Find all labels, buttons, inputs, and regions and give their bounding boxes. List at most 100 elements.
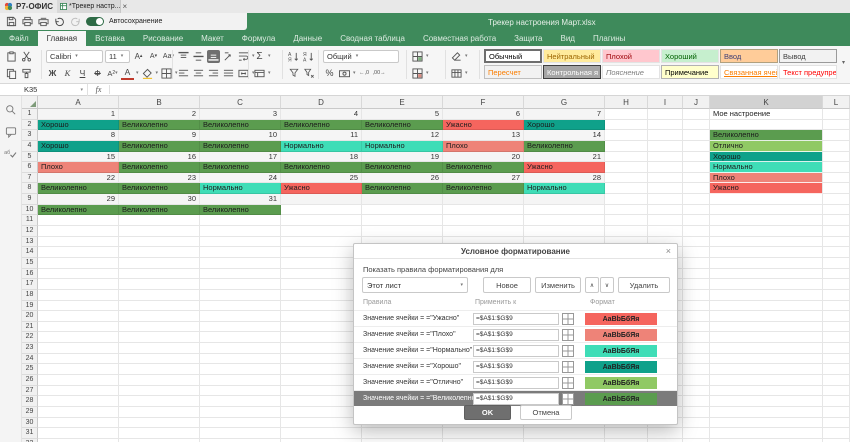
cell-K13[interactable] xyxy=(710,237,823,248)
filter-icon[interactable] xyxy=(287,67,300,80)
cell-D13[interactable] xyxy=(281,237,362,248)
cell-D12[interactable] xyxy=(281,226,362,237)
rule-range-input[interactable]: =$A$1:$G$9 xyxy=(473,377,559,389)
save-icon[interactable] xyxy=(6,16,17,27)
cell-C17[interactable] xyxy=(200,279,281,290)
cell-L22[interactable] xyxy=(823,332,850,343)
cell-D16[interactable] xyxy=(281,269,362,280)
cell-D19[interactable] xyxy=(281,301,362,312)
cancel-button[interactable]: Отмена xyxy=(520,405,572,420)
cell-style-swatch[interactable]: Связанная ячей xyxy=(720,65,778,79)
cell-C22[interactable] xyxy=(200,332,281,343)
row-header-30[interactable]: 30 xyxy=(22,418,38,429)
cell-C23[interactable] xyxy=(200,343,281,354)
cell-K29[interactable] xyxy=(710,407,823,418)
cell-J26[interactable] xyxy=(683,375,710,386)
cell-L28[interactable] xyxy=(823,396,850,407)
cell-H9[interactable] xyxy=(605,194,648,205)
cell-B7[interactable]: 23 xyxy=(119,173,200,184)
cell-J12[interactable] xyxy=(683,226,710,237)
cell-A30[interactable] xyxy=(38,418,119,429)
cell-K22[interactable] xyxy=(710,332,823,343)
cell-B12[interactable] xyxy=(119,226,200,237)
cell-K30[interactable] xyxy=(710,418,823,429)
strikethrough-button[interactable]: Ф xyxy=(91,67,104,80)
cell-C1[interactable]: 3 xyxy=(200,109,281,120)
cell-L2[interactable] xyxy=(823,120,850,131)
cell-B26[interactable] xyxy=(119,375,200,386)
column-header-F[interactable]: F xyxy=(443,96,524,109)
ribbon-tab-Данные[interactable]: Данные xyxy=(284,31,331,46)
align-middle-icon[interactable] xyxy=(192,50,205,63)
cell-E6[interactable]: Великолепно xyxy=(362,162,443,173)
column-header-D[interactable]: D xyxy=(281,96,362,109)
cell-D28[interactable] xyxy=(281,396,362,407)
cell-B14[interactable] xyxy=(119,247,200,258)
cell-K17[interactable] xyxy=(710,279,823,290)
cell-D15[interactable] xyxy=(281,258,362,269)
cell-D10[interactable] xyxy=(281,205,362,216)
cell-A29[interactable] xyxy=(38,407,119,418)
cell-B18[interactable] xyxy=(119,290,200,301)
cell-C3[interactable]: 10 xyxy=(200,130,281,141)
cell-C20[interactable] xyxy=(200,311,281,322)
paste-icon[interactable] xyxy=(5,50,18,63)
range-select-icon[interactable] xyxy=(562,361,574,373)
cell-K11[interactable] xyxy=(710,215,823,226)
cell-E7[interactable]: 26 xyxy=(362,173,443,184)
cell-K7[interactable]: Плохо xyxy=(710,173,823,184)
cell-J3[interactable] xyxy=(683,130,710,141)
cell-H2[interactable] xyxy=(605,120,648,131)
cell-J19[interactable] xyxy=(683,301,710,312)
cell-style-swatch[interactable]: Нейтральный xyxy=(543,49,601,63)
range-select-icon[interactable] xyxy=(562,329,574,341)
cell-K3[interactable]: Великолепно xyxy=(710,130,823,141)
cell-G3[interactable]: 14 xyxy=(524,130,605,141)
move-rule-down-button[interactable]: ∨ xyxy=(600,277,614,293)
cell-K19[interactable] xyxy=(710,301,823,312)
shrink-font-icon[interactable]: А▾ xyxy=(147,50,160,63)
cell-F10[interactable] xyxy=(443,205,524,216)
ribbon-tab-Плагины[interactable]: Плагины xyxy=(584,31,634,46)
cell-L9[interactable] xyxy=(823,194,850,205)
cell-I10[interactable] xyxy=(648,205,683,216)
cell-L5[interactable] xyxy=(823,152,850,163)
cell-G31[interactable] xyxy=(524,428,605,439)
ribbon-tab-Совместная работа[interactable]: Совместная работа xyxy=(414,31,505,46)
cell-L4[interactable] xyxy=(823,141,850,152)
cell-B10[interactable]: Великолепно xyxy=(119,205,200,216)
cell-L12[interactable] xyxy=(823,226,850,237)
cell-H5[interactable] xyxy=(605,152,648,163)
cell-D2[interactable]: Великолепно xyxy=(281,120,362,131)
cell-D26[interactable] xyxy=(281,375,362,386)
cell-K10[interactable] xyxy=(710,205,823,216)
cell-C29[interactable] xyxy=(200,407,281,418)
column-header-G[interactable]: G xyxy=(524,96,605,109)
cell-F11[interactable] xyxy=(443,215,524,226)
cell-D18[interactable] xyxy=(281,290,362,301)
cell-E12[interactable] xyxy=(362,226,443,237)
column-header-A[interactable]: A xyxy=(38,96,119,109)
cell-F6[interactable]: Великолепно xyxy=(443,162,524,173)
cell-A3[interactable]: 8 xyxy=(38,130,119,141)
cell-A23[interactable] xyxy=(38,343,119,354)
cell-K25[interactable] xyxy=(710,364,823,375)
close-icon[interactable]: × xyxy=(122,0,127,13)
cell-L30[interactable] xyxy=(823,418,850,429)
cell-C11[interactable] xyxy=(200,215,281,226)
cell-K14[interactable] xyxy=(710,247,823,258)
cell-C24[interactable] xyxy=(200,354,281,365)
cell-I11[interactable] xyxy=(648,215,683,226)
rule-range-input[interactable]: =$A$1:$G$9 xyxy=(473,393,559,405)
align-left-icon[interactable] xyxy=(177,67,190,80)
redo-icon[interactable] xyxy=(70,16,81,27)
cell-B16[interactable] xyxy=(119,269,200,280)
undo-icon[interactable] xyxy=(54,16,65,27)
cell-C30[interactable] xyxy=(200,418,281,429)
edit-rule-button[interactable]: Изменить xyxy=(535,277,581,293)
cell-A7[interactable]: 22 xyxy=(38,173,119,184)
cell-F8[interactable]: Великолепно xyxy=(443,183,524,194)
cell-L3[interactable] xyxy=(823,130,850,141)
cell-D31[interactable] xyxy=(281,428,362,439)
row-header-26[interactable]: 26 xyxy=(22,375,38,386)
